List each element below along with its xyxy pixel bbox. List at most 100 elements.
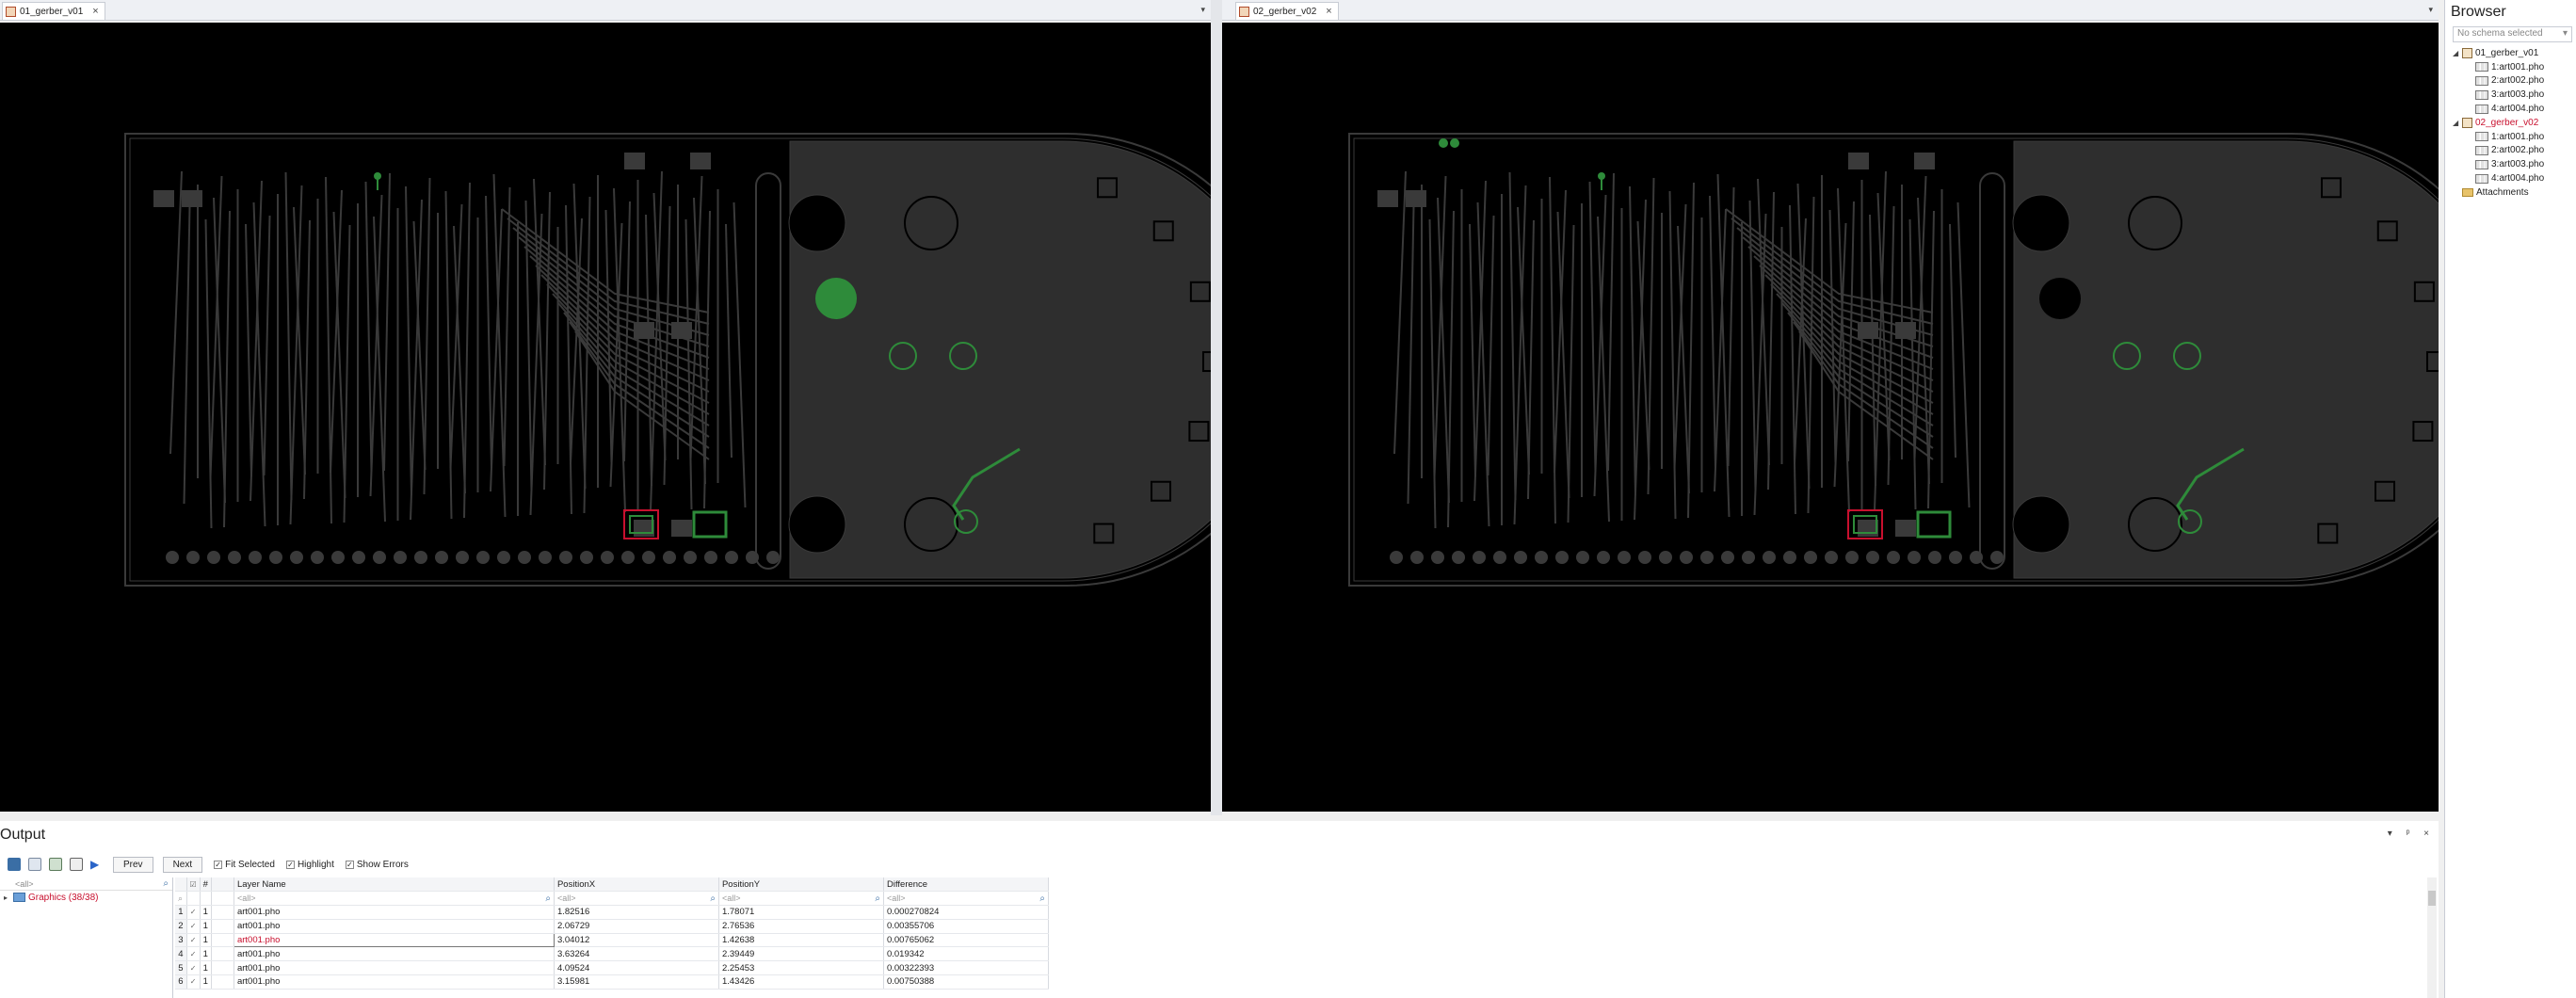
table-row[interactable]: 4 ✓ 1 art001.pho 3.63264 2.39449 0.019342 (175, 946, 1049, 962)
cell-position-y[interactable]: 2.39449 (718, 946, 884, 962)
gerber-canvas-left[interactable] (0, 23, 1211, 812)
cell-layer-name[interactable]: art001.pho (233, 960, 555, 976)
cell-position-y[interactable]: 1.43426 (718, 974, 884, 990)
gerber-canvas-right[interactable] (1222, 23, 2439, 812)
browser-tree-item[interactable]: 1:art001.pho (2453, 130, 2576, 144)
cell-difference[interactable]: 0.000270824 (883, 905, 1049, 920)
copy-icon[interactable] (28, 858, 41, 871)
cell-layer-name[interactable]: art001.pho (233, 919, 555, 934)
cell-hash[interactable]: 1 (200, 905, 212, 920)
table-row[interactable]: 6 ✓ 1 art001.pho 3.15981 1.43426 0.00750388 (175, 974, 1049, 990)
filter-position-x[interactable]: <all> ⌕ (554, 891, 719, 907)
close-icon[interactable]: × (92, 6, 98, 17)
search-icon[interactable]: ⌕ (1039, 893, 1045, 904)
row-number[interactable]: 1 (175, 905, 187, 920)
cell-hash[interactable]: 1 (200, 960, 212, 976)
browser-tree-item[interactable]: ◢ 02_gerber_v02 (2453, 116, 2576, 130)
cell-layer-name[interactable]: art001.pho (233, 932, 555, 948)
cell-position-x[interactable]: 3.63264 (554, 946, 719, 962)
browser-tree-item[interactable]: Attachments (2453, 185, 2576, 200)
browser-tree-item[interactable]: 2:art002.pho (2453, 144, 2576, 158)
play-icon[interactable]: ▶ (90, 858, 104, 871)
row-number[interactable]: 6 (175, 974, 187, 990)
chevron-down-icon[interactable]: ▾ (2428, 5, 2433, 15)
cell-difference[interactable]: 0.00322393 (883, 960, 1049, 976)
grid-scrollbar[interactable] (2427, 877, 2437, 998)
export-icon[interactable] (49, 858, 62, 871)
search-icon[interactable]: ⌕ (175, 891, 187, 907)
tab-document-2[interactable]: 02_gerber_v02 × (1235, 2, 1339, 20)
fit-selected-checkbox[interactable]: ✓ Fit Selected (214, 860, 275, 870)
cell-hash[interactable]: 1 (200, 946, 212, 962)
prev-button[interactable]: Prev (113, 856, 153, 873)
column-header-position-x[interactable]: PositionX (554, 877, 719, 893)
browser-tree-item[interactable]: 2:art002.pho (2453, 74, 2576, 89)
cell-position-y[interactable]: 2.25453 (718, 960, 884, 976)
table-row[interactable]: 5 ✓ 1 art001.pho 4.09524 2.25453 0.00322393 (175, 960, 1049, 976)
browser-tree-item[interactable]: ◢ 01_gerber_v01 (2453, 46, 2576, 60)
cell-hash[interactable]: 1 (200, 919, 212, 934)
cell-hash[interactable]: 1 (200, 933, 212, 948)
expand-arrow-icon[interactable]: ◢ (2453, 119, 2462, 127)
tree-filter-input[interactable]: <all> ⌕ (0, 877, 172, 891)
cell-difference[interactable]: 0.00765062 (883, 933, 1049, 948)
browser-tree-item[interactable]: 1:art001.pho (2453, 60, 2576, 74)
cell-position-x[interactable]: 2.06729 (554, 919, 719, 934)
row-number[interactable]: 3 (175, 933, 187, 948)
column-header-difference[interactable]: Difference (883, 877, 1049, 893)
cell-layer-name[interactable]: art001.pho (233, 974, 555, 990)
check-icon[interactable]: ☑ (186, 877, 201, 893)
cell-difference[interactable]: 0.00355706 (883, 919, 1049, 934)
panel-window-controls[interactable]: ▾ ᵖ × (2388, 829, 2435, 839)
chevron-down-icon[interactable]: ▾ (1200, 5, 1205, 15)
cell-position-x[interactable]: 3.04012 (554, 933, 719, 948)
cell-position-x[interactable]: 3.15981 (554, 974, 719, 990)
cell-position-y[interactable]: 1.78071 (718, 905, 884, 920)
filter-position-y[interactable]: <all> ⌕ (718, 891, 884, 907)
cell-position-y[interactable]: 1.42638 (718, 933, 884, 948)
search-icon[interactable]: ⌕ (545, 893, 551, 904)
filter-difference[interactable]: <all> ⌕ (883, 891, 1049, 907)
table-row[interactable]: 1 ✓ 1 art001.pho 1.82516 1.78071 0.000270824 (175, 905, 1049, 920)
cell-position-x[interactable]: 4.09524 (554, 960, 719, 976)
next-button[interactable]: Next (162, 856, 203, 873)
column-header-layer-name[interactable]: Layer Name (233, 877, 555, 893)
pcb-trace (1757, 178, 1770, 466)
cell-difference[interactable]: 0.019342 (883, 946, 1049, 962)
cell-layer-name[interactable]: art001.pho (233, 946, 555, 962)
scrollbar-thumb[interactable] (2428, 891, 2436, 906)
search-icon[interactable]: ⌕ (710, 893, 716, 904)
search-icon[interactable]: ⌕ (163, 878, 169, 889)
print-icon[interactable] (70, 858, 83, 871)
browser-tree-item[interactable]: 4:art004.pho (2453, 102, 2576, 116)
search-icon[interactable]: ⌕ (875, 893, 880, 904)
schema-select[interactable]: No schema selected ▾ (2453, 26, 2572, 42)
filter-layer-name[interactable]: <all> ⌕ (233, 891, 555, 907)
browser-tree-item[interactable]: 3:art003.pho (2453, 88, 2576, 102)
expand-arrow-icon[interactable]: ▸ (4, 893, 13, 902)
pcb-board-view[interactable] (1224, 23, 2439, 812)
cell-position-y[interactable]: 2.76536 (718, 919, 884, 934)
row-number[interactable]: 2 (175, 919, 187, 934)
close-icon[interactable]: × (1326, 6, 1331, 17)
row-number[interactable]: 4 (175, 946, 187, 962)
cell-layer-name[interactable]: art001.pho (233, 905, 555, 920)
table-row[interactable]: 3 ✓ 1 art001.pho 3.04012 1.42638 0.00765062 (175, 932, 1049, 948)
highlight-checkbox[interactable]: ✓ Highlight (285, 860, 334, 870)
show-errors-checkbox[interactable]: ✓ Show Errors (345, 860, 409, 870)
expand-arrow-icon[interactable]: ◢ (2453, 49, 2462, 57)
tab-document-1[interactable]: 01_gerber_v01 × (2, 2, 105, 20)
save-icon[interactable] (8, 858, 21, 871)
browser-tree-item[interactable]: 4:art004.pho (2453, 171, 2576, 185)
pcb-board-view[interactable] (0, 23, 1211, 812)
cell-position-x[interactable]: 1.82516 (554, 905, 719, 920)
browser-tree-item[interactable]: 3:art003.pho (2453, 157, 2576, 171)
row-number[interactable]: 5 (175, 960, 187, 976)
column-header-hash[interactable]: # (200, 877, 212, 893)
table-row[interactable]: 2 ✓ 1 art001.pho 2.06729 2.76536 0.00355706 (175, 919, 1049, 934)
column-header-position-y[interactable]: PositionY (718, 877, 884, 893)
tree-item-graphics[interactable]: ▸ Graphics (38/38) (0, 891, 172, 904)
pane-splitter[interactable] (1211, 0, 1222, 815)
cell-difference[interactable]: 0.00750388 (883, 974, 1049, 990)
cell-hash[interactable]: 1 (200, 974, 212, 990)
